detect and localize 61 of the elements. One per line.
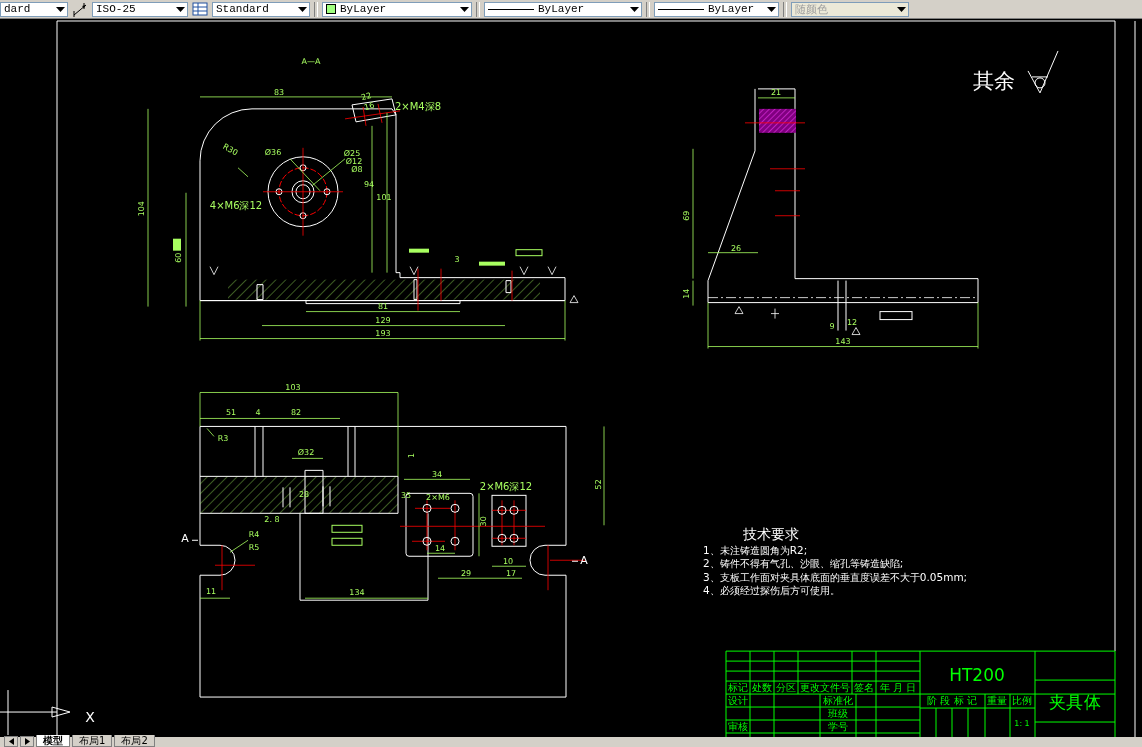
line-sample-icon <box>658 7 704 11</box>
dimension-label: 2×M4深8 <box>394 100 442 112</box>
requirement-text: 1、未注铸造圆角为R2; <box>703 544 808 557</box>
caret-icon <box>298 6 307 12</box>
caret-icon <box>56 6 65 12</box>
dimension-label: 69 <box>682 210 691 221</box>
title-block-label: 审核 <box>728 721 748 732</box>
toolbar-dropdown[interactable]: ByLayer <box>322 1 472 17</box>
title-block-label: 班级 <box>828 708 848 720</box>
roughness-note: 其余 <box>973 68 1015 93</box>
ucs-axis-drawing <box>0 689 71 736</box>
title-block-label: 分区 <box>776 682 796 694</box>
title-block-label: 更改文件号 <box>800 682 850 694</box>
dimension-label: 2×M6深12 <box>479 481 533 493</box>
title-block-label: 签名 <box>854 682 874 694</box>
title-block-label: 阶 段 标 记 <box>927 695 977 707</box>
table-style-icon[interactable] <box>192 1 208 17</box>
dimension-label: 1 <box>407 452 416 458</box>
color-swatch-icon <box>326 4 336 14</box>
caret-icon <box>24 738 30 745</box>
caret-icon <box>767 6 776 12</box>
dimension-label: 4×M6深12 <box>209 199 263 211</box>
caret-icon <box>897 6 906 12</box>
caret-icon <box>176 6 185 12</box>
title-block-label: 设计 <box>728 695 748 707</box>
requirement-text: 4、必须经过探伤后方可使用。 <box>703 583 840 596</box>
axis-label: X <box>85 709 95 725</box>
dimension-style-icon[interactable] <box>72 1 88 17</box>
dimension-label: 60 <box>174 252 183 263</box>
surface-finish-icon <box>1027 50 1059 94</box>
requirement-text: 3、支板工作面对夹具体底面的垂直度误差不大于0.05mm; <box>703 570 968 583</box>
requirements-title: 技术要求 <box>743 526 799 543</box>
title-block-label: 标记 <box>728 682 748 694</box>
toolbar-dropdown[interactable]: Standard <box>212 1 310 17</box>
title-block-label: 年 月 日 <box>879 682 917 694</box>
layout-tab[interactable]: 模型 <box>36 735 70 747</box>
layout-tab[interactable]: 布局1 <box>72 735 113 747</box>
toolbar-dropdown[interactable]: ISO-25 <box>92 1 188 17</box>
caret-icon <box>8 738 14 745</box>
dimension-label: A <box>181 532 189 546</box>
line-sample-icon <box>488 7 534 11</box>
title-block-label: 比例 <box>1012 695 1032 707</box>
previous-tab-button[interactable] <box>4 736 18 747</box>
toolbar-dropdown[interactable]: dard <box>0 1 68 17</box>
title-block-label: 重量 <box>987 695 1007 707</box>
caret-icon <box>630 6 639 12</box>
next-tab-button[interactable] <box>20 736 34 747</box>
part-name: 夹具体 <box>1049 692 1101 713</box>
toolbar-dropdown[interactable]: ByLayer <box>484 1 642 17</box>
toolbar-dropdown[interactable]: ByLayer <box>654 1 779 17</box>
title-block-label: 处数 <box>752 682 772 694</box>
title-block-label: 学号 <box>828 721 848 732</box>
dimension-label: 104 <box>137 201 146 217</box>
caret-icon <box>460 6 469 12</box>
dimension-label: 14 <box>682 288 691 299</box>
layout-tab[interactable]: 布局2 <box>114 735 155 747</box>
title-block-label: 标准化 <box>823 695 853 707</box>
dimension-label: 52 <box>594 479 603 490</box>
requirement-text: 2、铸件不得有气孔、沙眼、缩孔等铸造缺陷; <box>703 557 904 570</box>
material-label: HT200 <box>949 665 1005 686</box>
dimension-label: 30 <box>479 516 488 527</box>
